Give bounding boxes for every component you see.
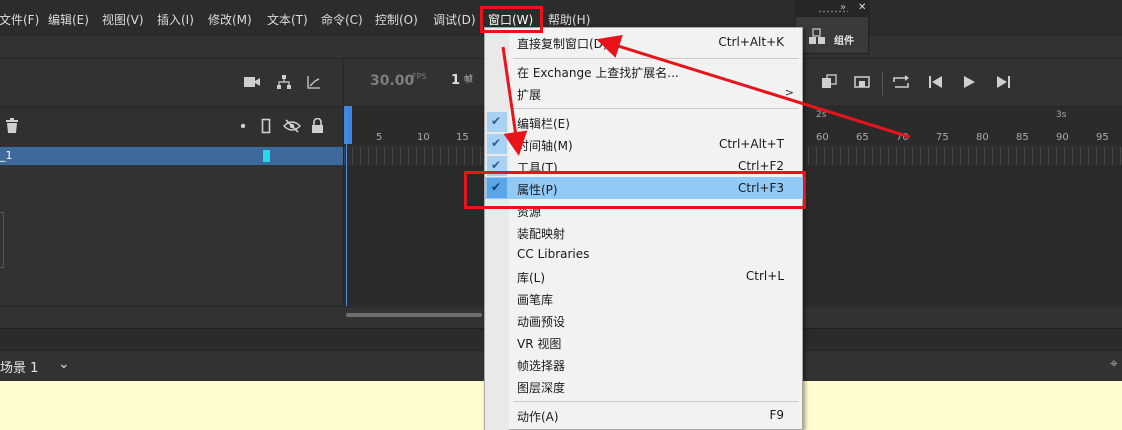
annotation-arrow-left xyxy=(596,34,911,139)
annotation-arrows xyxy=(501,34,911,156)
annotation-arrow-down xyxy=(501,46,528,156)
